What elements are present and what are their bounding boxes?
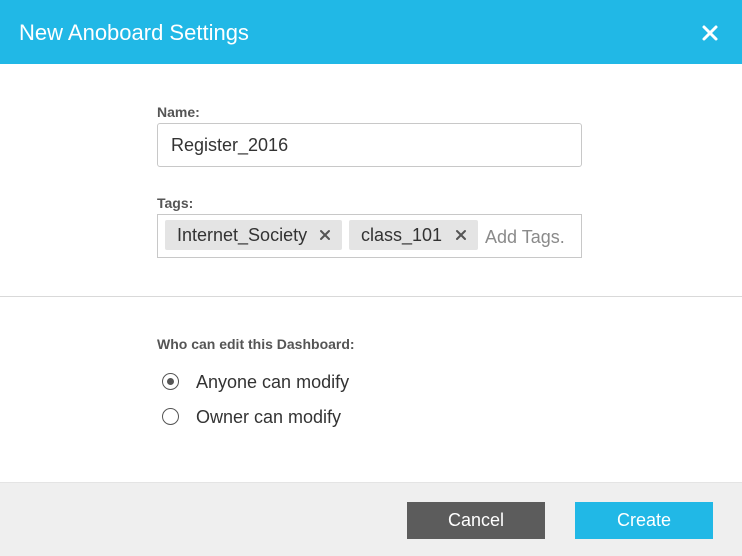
close-icon [702, 25, 718, 41]
add-tags-input[interactable] [485, 224, 579, 250]
section-divider [0, 296, 742, 297]
radio-button-selected[interactable] [162, 373, 179, 390]
radio-dot [166, 377, 174, 385]
tag-chip: class_101 [349, 220, 478, 250]
create-button[interactable]: Create [575, 502, 713, 539]
tag-label: class_101 [361, 225, 443, 245]
radio-label: Owner can modify [196, 407, 342, 427]
tag-chip: Internet_Society [165, 220, 342, 250]
cancel-button[interactable]: Cancel [407, 502, 545, 539]
radio-button[interactable] [162, 408, 179, 425]
new-anoboard-settings-dialog: New Anoboard Settings Name: Tags: Intern… [0, 0, 742, 556]
dialog-footer: Cancel Create [0, 482, 742, 556]
remove-tag-icon[interactable] [319, 229, 331, 241]
remove-tag-icon[interactable] [455, 229, 467, 241]
tags-label: Tags: [157, 195, 194, 211]
tag-label: Internet_Society [177, 225, 308, 245]
name-input[interactable] [157, 123, 582, 167]
tags-input-box[interactable]: Internet_Society class_101 [157, 214, 582, 258]
edit-permission-label: Who can edit this Dashboard: [157, 336, 355, 352]
radio-label: Anyone can modify [196, 372, 350, 392]
close-button[interactable] [694, 17, 726, 49]
dialog-title: New Anoboard Settings [19, 20, 249, 45]
dialog-header: New Anoboard Settings [0, 0, 742, 64]
name-label: Name: [157, 104, 200, 120]
